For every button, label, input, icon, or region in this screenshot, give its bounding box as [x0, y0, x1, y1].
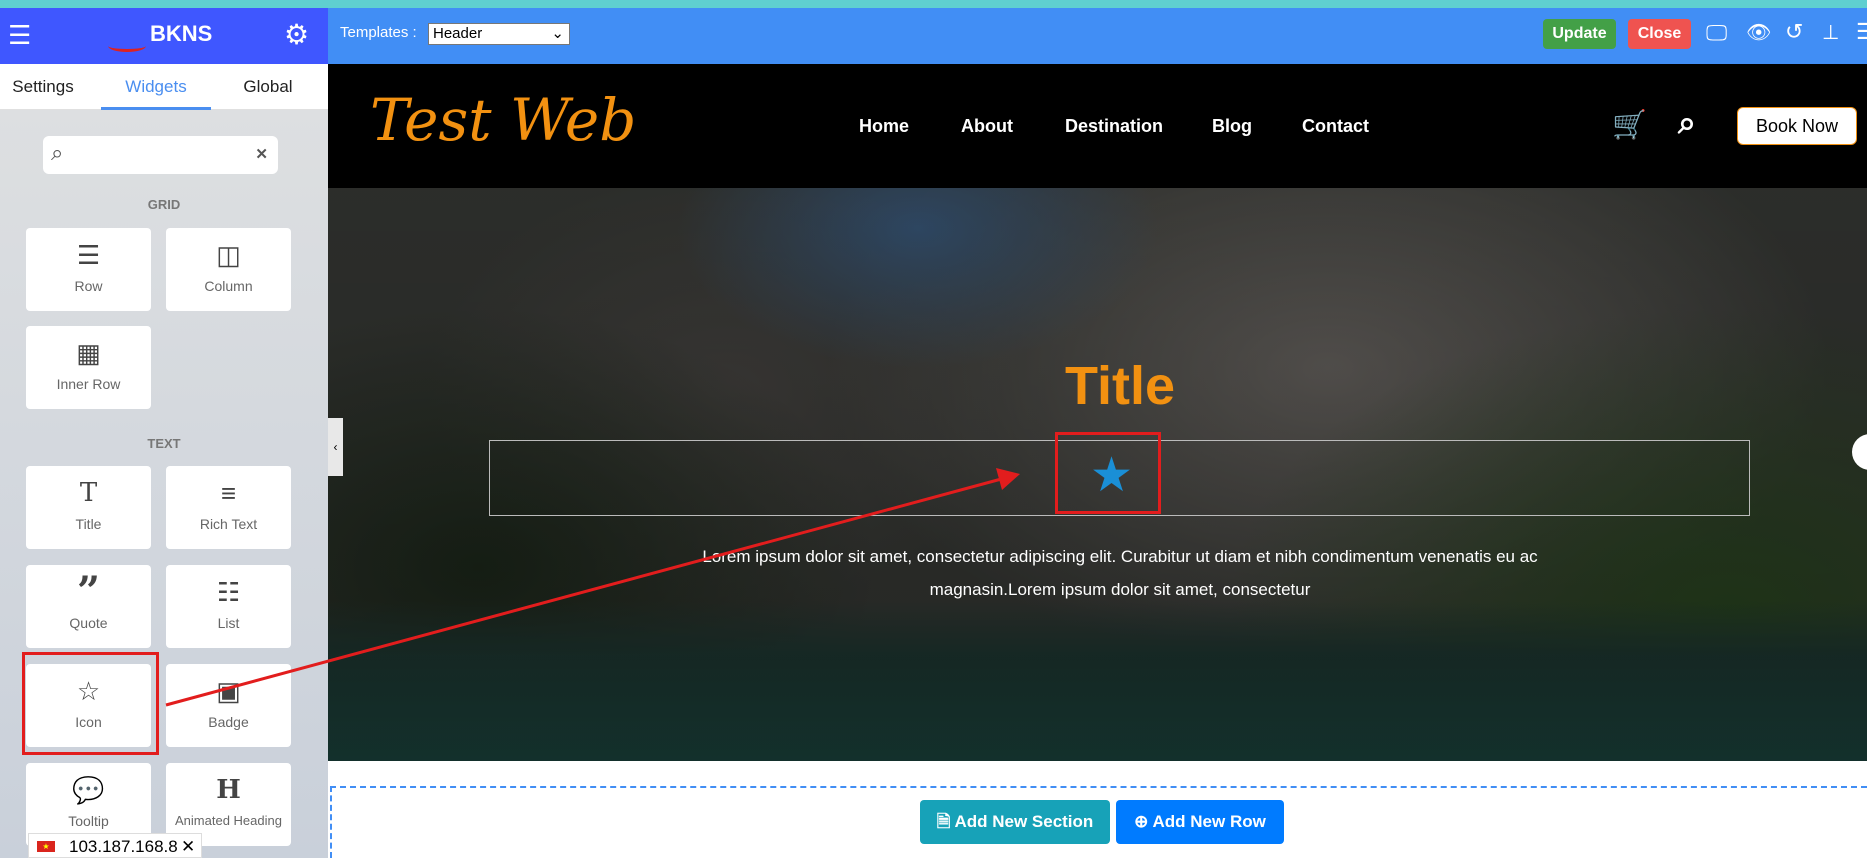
add-section-label: Add New Section — [954, 812, 1094, 831]
add-new-section-button[interactable]: 🗎 Add New Section — [920, 800, 1110, 844]
section-dropzone — [330, 786, 1867, 788]
plus-circle-icon: ⊕ — [1134, 812, 1153, 831]
add-new-row-button[interactable]: ⊕ Add New Row — [1116, 800, 1284, 844]
annotation-arrow — [165, 468, 1020, 707]
dropzone-left-border — [330, 786, 332, 858]
add-row-label: Add New Row — [1152, 812, 1266, 831]
file-icon: 🗎 — [936, 812, 955, 831]
